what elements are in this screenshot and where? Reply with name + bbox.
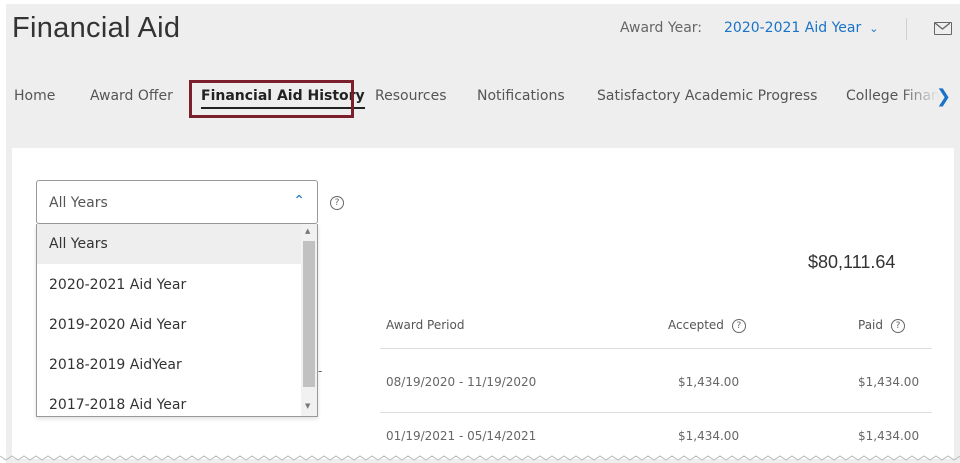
award-year-select[interactable]: 2020-2021 Aid Year ⌄ <box>724 20 878 36</box>
dropdown-option-2019-2020[interactable]: 2019-2020 Aid Year <box>37 305 301 345</box>
accepted-header: Accepted? <box>668 318 746 333</box>
tab-home[interactable]: Home <box>14 88 55 104</box>
dropdown-option-2018-2019[interactable]: 2018-2019 AidYear <box>37 345 301 385</box>
help-icon[interactable]: ? <box>891 318 906 333</box>
dropdown-scrollbar-thumb[interactable] <box>303 241 315 387</box>
row-1-period: 08/19/2020 - 11/19/2020 <box>386 375 537 389</box>
torn-edge <box>0 455 960 461</box>
total-amount: $80,111.64 <box>808 252 896 272</box>
chevron-right-icon[interactable]: ❯ <box>936 86 951 107</box>
row-fragment: - <box>318 364 323 378</box>
tab-award-offer[interactable]: Award Offer <box>90 88 173 104</box>
award-year-value: 2020-2021 Aid Year <box>724 20 862 36</box>
row-2-paid: $1,434.00 <box>858 429 920 443</box>
year-filter-dropdown: All Years 2020-2021 Aid Year 2019-2020 A… <box>36 224 318 417</box>
chevron-down-icon: ⌄ <box>869 22 879 35</box>
mail-icon[interactable] <box>934 22 952 35</box>
paid-header-label: Paid <box>858 318 884 332</box>
award-period-header: Award Period <box>386 318 465 332</box>
page-title: Financial Aid <box>12 12 181 44</box>
tab-resources[interactable]: Resources <box>375 88 447 104</box>
paid-header: Paid? <box>858 318 906 333</box>
tab-satisfactory-academic-progress[interactable]: Satisfactory Academic Progress <box>597 88 817 104</box>
header-divider <box>906 18 907 40</box>
tab-highlight-box <box>189 80 354 118</box>
row-2-accepted: $1,434.00 <box>678 429 740 443</box>
year-filter-select[interactable]: All Years ⌃ <box>36 180 318 224</box>
chevron-up-icon: ⌃ <box>293 193 305 209</box>
scroll-up-icon[interactable]: ▲ <box>305 227 310 235</box>
row-1-paid: $1,434.00 <box>858 375 920 389</box>
accepted-header-label: Accepted <box>668 318 724 332</box>
dropdown-option-2020-2021[interactable]: 2020-2021 Aid Year <box>37 265 301 305</box>
award-year-label: Award Year: <box>620 20 702 36</box>
row-1-accepted: $1,434.00 <box>678 375 740 389</box>
tab-notifications[interactable]: Notifications <box>477 88 565 104</box>
year-filter-value: All Years <box>49 195 108 211</box>
help-icon[interactable]: ? <box>330 196 344 210</box>
dropdown-option-all-years[interactable]: All Years <box>37 224 301 264</box>
nav-fade <box>900 82 940 114</box>
nav-bar: Home Award Offer Financial Aid History R… <box>0 82 954 112</box>
table-divider <box>380 412 932 413</box>
row-2-period: 01/19/2021 - 05/14/2021 <box>386 429 537 443</box>
dropdown-option-2017-2018[interactable]: 2017-2018 Aid Year <box>37 385 301 416</box>
scroll-down-icon[interactable]: ▼ <box>305 402 310 410</box>
table-divider <box>380 348 932 349</box>
help-icon[interactable]: ? <box>731 318 746 333</box>
